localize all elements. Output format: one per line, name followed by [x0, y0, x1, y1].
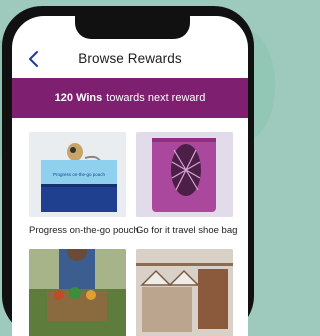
reward-card-hangers[interactable]: [136, 249, 233, 336]
produce-image: [29, 249, 126, 336]
pouch-image: Progress on-the-go pouch: [29, 132, 126, 217]
phone-notch: [75, 16, 190, 39]
app-screen: Browse Rewards 120 Wins towards next rew…: [12, 16, 248, 336]
reward-card-shoe-bag[interactable]: Go for it travel shoe bag: [136, 132, 237, 236]
page-title: Browse Rewards: [78, 51, 182, 66]
reward-label: Go for it travel shoe bag: [136, 225, 238, 236]
banner-text: towards next reward: [106, 92, 206, 104]
progress-banner: 120 Wins towards next reward: [12, 78, 248, 118]
rewards-grid: Progress on-the-go pouch Progress on-the…: [12, 118, 248, 336]
reward-card-produce[interactable]: [29, 249, 126, 336]
hangers-image: [136, 249, 233, 336]
shoe-bag-image: [136, 132, 233, 217]
reward-card-pouch[interactable]: Progress on-the-go pouch Progress on-the…: [29, 132, 139, 236]
phone-frame: Browse Rewards 120 Wins towards next rew…: [2, 6, 254, 336]
reward-label: Progress on-the-go pouch: [29, 225, 139, 236]
nav-bar: Browse Rewards: [12, 41, 248, 77]
wins-count: 120 Wins: [54, 92, 103, 104]
pouch-print-text: Progress on-the-go pouch: [53, 172, 106, 177]
